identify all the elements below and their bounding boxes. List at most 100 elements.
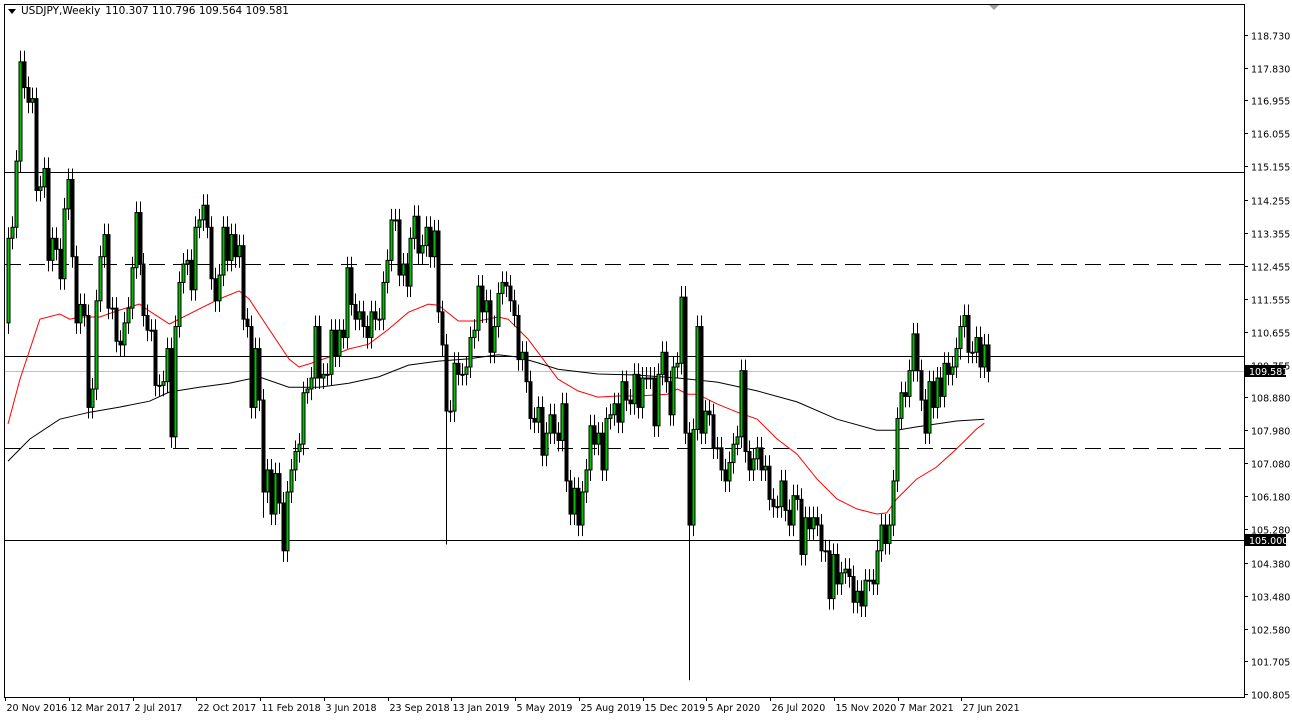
- candle[interactable]: [75, 246, 78, 334]
- candle[interactable]: [489, 290, 492, 364]
- candle[interactable]: [174, 316, 177, 448]
- bull-candle-body: [896, 418, 899, 480]
- candle[interactable]: [258, 338, 261, 412]
- candle[interactable]: [63, 198, 66, 290]
- candle[interactable]: [87, 304, 90, 418]
- candle[interactable]: [286, 481, 289, 562]
- candle[interactable]: [19, 51, 22, 172]
- candle[interactable]: [657, 363, 660, 437]
- bear-candle-body: [748, 452, 751, 470]
- candle[interactable]: [314, 316, 317, 390]
- candle[interactable]: [95, 290, 98, 400]
- candle[interactable]: [154, 319, 157, 396]
- bear-candle-body: [712, 415, 715, 448]
- candle[interactable]: [692, 418, 695, 536]
- bull-candle-body: [780, 481, 783, 507]
- bear-candle-body: [226, 227, 229, 260]
- candle[interactable]: [250, 316, 253, 419]
- candle[interactable]: [15, 150, 18, 238]
- bull-candle-body: [549, 415, 552, 433]
- bear-candle-body: [441, 312, 444, 345]
- bull-candle-body: [493, 327, 496, 353]
- candle[interactable]: [346, 257, 349, 349]
- bear-candle-body: [75, 257, 78, 323]
- candle[interactable]: [696, 316, 699, 441]
- candle[interactable]: [318, 316, 321, 390]
- candle[interactable]: [680, 286, 683, 374]
- bear-candle-body: [350, 268, 353, 305]
- candle[interactable]: [565, 393, 568, 492]
- candle[interactable]: [398, 209, 401, 286]
- candle[interactable]: [700, 316, 703, 445]
- candle[interactable]: [210, 216, 213, 290]
- bear-candle-body: [884, 525, 887, 543]
- y-tick-label: 100.805: [1251, 691, 1290, 702]
- bear-candle-body: [278, 474, 281, 503]
- candle[interactable]: [896, 407, 899, 492]
- candle[interactable]: [928, 371, 931, 445]
- y-tick-label: 102.580: [1251, 626, 1290, 637]
- bull-candle-body: [928, 382, 931, 433]
- dropdown-triangle-icon[interactable]: [8, 9, 16, 14]
- candle[interactable]: [142, 253, 145, 327]
- bull-candle-body: [776, 507, 779, 508]
- candle[interactable]: [254, 338, 257, 419]
- bear-candle-body: [509, 286, 512, 301]
- candle[interactable]: [740, 360, 743, 448]
- bear-candle-body: [816, 518, 819, 525]
- bull-candle-body: [238, 246, 241, 257]
- candle[interactable]: [242, 235, 245, 331]
- bull-candle-body: [983, 345, 986, 367]
- candle[interactable]: [35, 88, 38, 202]
- bull-candle-body: [900, 393, 903, 419]
- level-price-badge-text: 105.000: [1249, 536, 1288, 547]
- candle[interactable]: [135, 202, 138, 279]
- bull-candle-body: [394, 220, 397, 221]
- bull-candle-body: [43, 168, 46, 186]
- candle[interactable]: [194, 216, 197, 301]
- bear-candle-body: [529, 382, 532, 419]
- candle[interactable]: [744, 360, 747, 463]
- price-chart[interactable]: 118.730117.830116.955116.055115.155114.2…: [0, 0, 1292, 721]
- bull-candle-body: [716, 448, 719, 449]
- candle[interactable]: [7, 227, 10, 334]
- bear-candle-body: [788, 510, 791, 525]
- y-tick-label: 114.255: [1251, 197, 1290, 208]
- bear-candle-body: [665, 352, 668, 381]
- candle[interactable]: [107, 224, 110, 320]
- bull-candle-body: [728, 463, 731, 481]
- candle[interactable]: [302, 382, 305, 456]
- candle[interactable]: [71, 168, 74, 267]
- bull-candle-body: [182, 264, 185, 282]
- bear-candle-body: [146, 316, 149, 331]
- bear-candle-body: [505, 282, 508, 286]
- bull-candle-body: [943, 363, 946, 396]
- candle[interactable]: [47, 157, 50, 271]
- bull-candle-body: [892, 481, 895, 525]
- bull-candle-body: [692, 429, 695, 525]
- chart-window[interactable]: 118.730117.830116.955116.055115.155114.2…: [0, 0, 1292, 721]
- x-tick-label: 20 Nov 2016: [7, 703, 68, 714]
- y-tick-label: 112.455: [1251, 263, 1290, 274]
- bear-candle-body: [768, 466, 771, 499]
- bull-candle-body: [740, 371, 743, 437]
- bear-candle-body: [83, 304, 86, 315]
- bull-candle-body: [676, 363, 679, 367]
- current-price-badge: 109.581: [1245, 365, 1288, 378]
- x-tick-label: 13 Jan 2019: [453, 703, 510, 714]
- bull-candle-body: [79, 304, 82, 322]
- bear-candle-body: [760, 448, 763, 470]
- bear-candle-body: [939, 378, 942, 396]
- bull-candle-body: [174, 327, 177, 437]
- bear-candle-body: [246, 319, 249, 326]
- bull-candle-body: [298, 444, 301, 451]
- bull-candle-body: [609, 415, 612, 419]
- bear-candle-body: [258, 349, 261, 400]
- candle[interactable]: [437, 220, 440, 323]
- x-tick-label: 22 Oct 2017: [198, 703, 257, 714]
- candle[interactable]: [605, 407, 608, 481]
- candle[interactable]: [684, 286, 687, 444]
- candle[interactable]: [800, 488, 803, 565]
- bear-candle-body: [601, 433, 604, 470]
- candle[interactable]: [170, 338, 173, 448]
